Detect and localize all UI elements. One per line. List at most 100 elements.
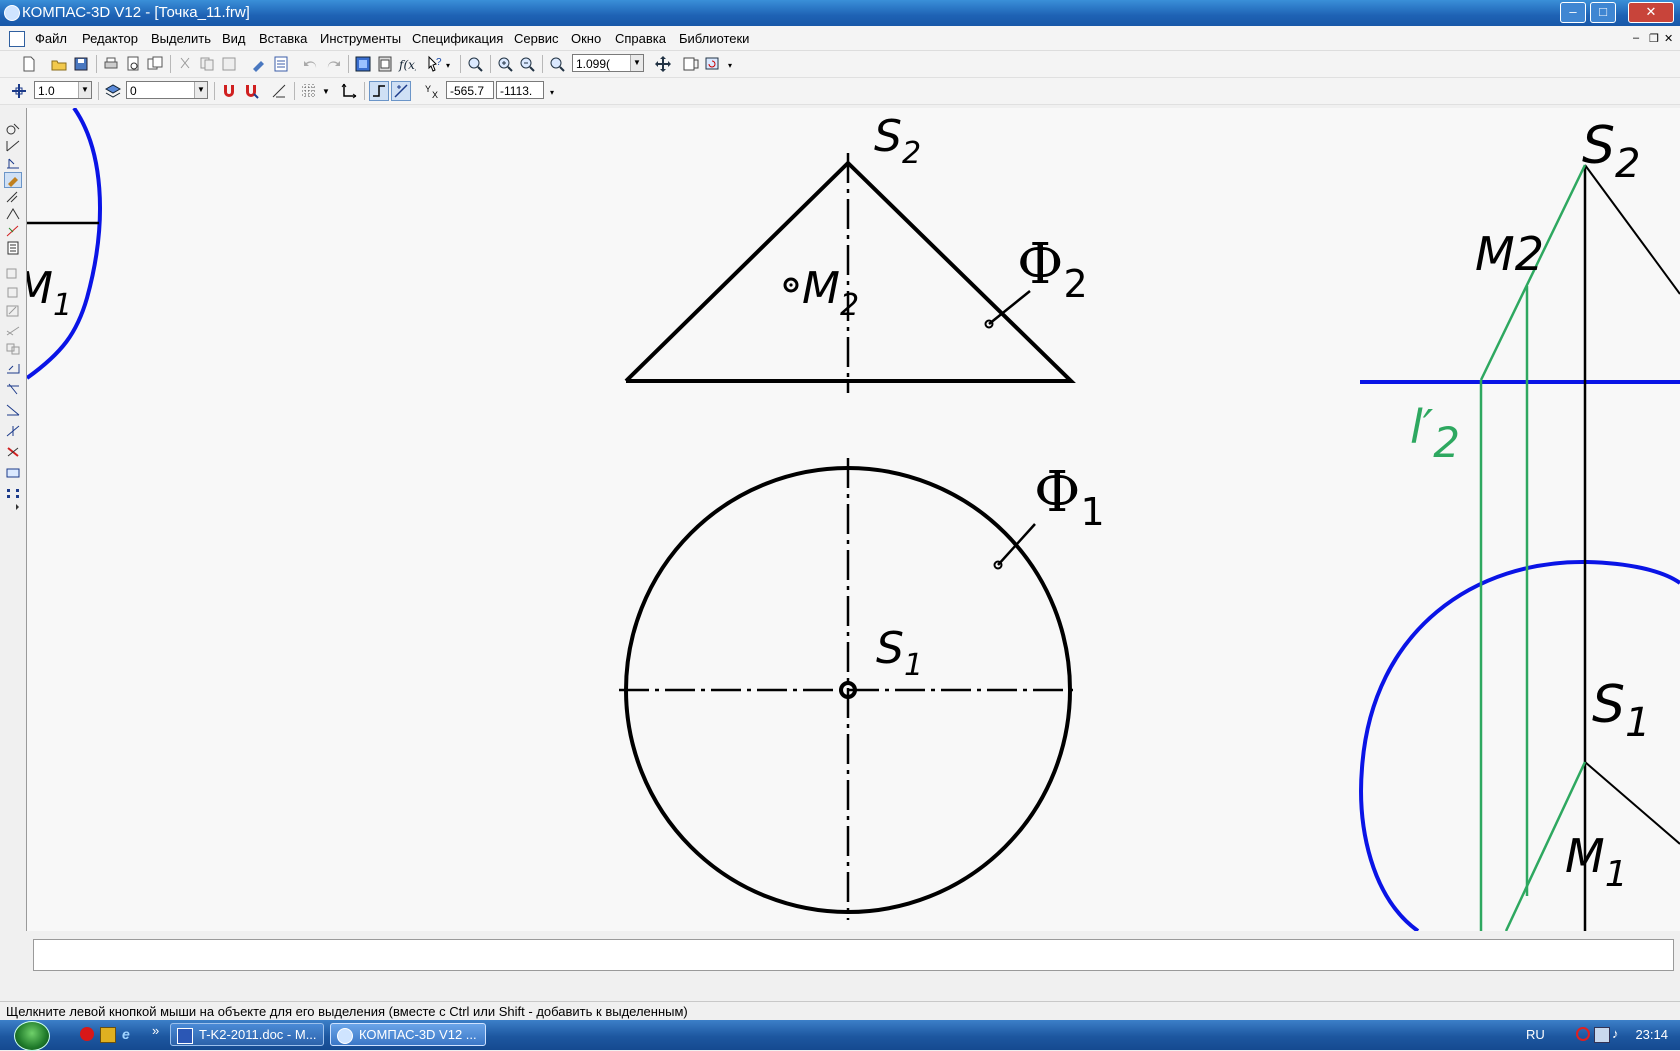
- pan-icon[interactable]: [654, 55, 672, 73]
- spec-icon[interactable]: [5, 241, 21, 255]
- print-preview-icon[interactable]: [124, 55, 142, 73]
- taskbar-word-button[interactable]: T-K2-2011.doc - M...: [170, 1023, 324, 1046]
- tray-volume-icon[interactable]: ♪: [1612, 1027, 1626, 1041]
- tray-opera-icon[interactable]: [1576, 1027, 1590, 1041]
- chevron-down-icon[interactable]: ▼: [194, 82, 207, 98]
- parametric-mode-icon[interactable]: [391, 81, 411, 101]
- scale-icon[interactable]: [5, 304, 21, 318]
- local-cs-icon[interactable]: [340, 82, 358, 100]
- menu-window[interactable]: Окно: [571, 31, 601, 46]
- redo-icon[interactable]: [324, 55, 342, 73]
- start-button[interactable]: [14, 1021, 50, 1051]
- copy-objects-icon[interactable]: [5, 342, 21, 356]
- snap-magnet-icon[interactable]: [220, 82, 238, 100]
- left-blue-ellipse-arc[interactable]: [27, 108, 102, 380]
- variables-fx-icon[interactable]: f(x): [398, 55, 416, 73]
- move-icon[interactable]: [5, 266, 21, 280]
- menu-tools[interactable]: Инструменты: [320, 31, 401, 46]
- local-snap-magnet-icon[interactable]: [242, 82, 260, 100]
- doc-minimize-button[interactable]: –: [1633, 32, 1639, 44]
- menu-file[interactable]: Файл: [35, 31, 67, 46]
- new-document-icon[interactable]: [20, 55, 38, 73]
- paste-icon[interactable]: [220, 55, 238, 73]
- doc-close-button[interactable]: ✕: [1664, 32, 1673, 45]
- zoom-scale-icon[interactable]: [548, 55, 566, 73]
- edit-icon[interactable]: [4, 172, 22, 188]
- show-all-icon[interactable]: [682, 55, 700, 73]
- drawing-svg[interactable]: M1 S2 M2 Ф2 S1 Ф1 S2 M2 l′2 S1 M1: [27, 108, 1680, 931]
- symbols-icon[interactable]: [5, 156, 21, 170]
- close-button[interactable]: ✕: [1628, 2, 1674, 23]
- undo-icon[interactable]: [302, 55, 320, 73]
- command-input-field[interactable]: [33, 939, 1674, 971]
- tray-network-icon[interactable]: [1594, 1027, 1610, 1043]
- delete-part-icon[interactable]: [5, 445, 21, 459]
- geometry-icon[interactable]: [5, 122, 21, 136]
- menu-service[interactable]: Сервис: [514, 31, 559, 46]
- deform-icon[interactable]: [5, 361, 21, 375]
- cursor-step-icon[interactable]: [10, 82, 28, 100]
- format-brush-icon[interactable]: [250, 55, 268, 73]
- doc-restore-button[interactable]: ❐: [1649, 32, 1659, 45]
- coordinates-icon[interactable]: YX: [424, 82, 442, 100]
- document-icon[interactable]: [9, 31, 25, 47]
- layer-combobox[interactable]: 0 ▼: [126, 81, 208, 99]
- help-pointer-icon[interactable]: ?: [426, 55, 444, 73]
- manager-icon[interactable]: [354, 55, 372, 73]
- menu-libraries[interactable]: Библиотеки: [679, 31, 749, 46]
- coord-y-field[interactable]: -1113.: [496, 81, 544, 99]
- toolbar-overflow-icon[interactable]: ▾: [446, 61, 450, 70]
- refresh-view-icon[interactable]: [704, 55, 722, 73]
- menu-select[interactable]: Выделить: [151, 31, 211, 46]
- kompas-app-icon[interactable]: [4, 5, 20, 21]
- measure-icon[interactable]: [5, 207, 21, 221]
- taskbar-kompas-button[interactable]: КОМПАС-3D V12 ...: [330, 1023, 486, 1046]
- right-blue-circle-arc[interactable]: [1359, 559, 1680, 931]
- quicklaunch-chevron[interactable]: »: [152, 1023, 159, 1038]
- maximize-button[interactable]: □: [1590, 2, 1616, 23]
- zoom-combobox[interactable]: 1.099( ▼: [572, 54, 644, 72]
- chevron-down-icon[interactable]: ▼: [630, 55, 643, 71]
- drawing-canvas[interactable]: M1 S2 M2 Ф2 S1 Ф1 S2 M2 l′2 S1 M1: [27, 108, 1680, 931]
- ie-icon[interactable]: e: [122, 1027, 136, 1041]
- menu-insert[interactable]: Вставка: [259, 31, 307, 46]
- print-icon[interactable]: [102, 55, 120, 73]
- extend-icon[interactable]: [5, 424, 21, 438]
- dimensions-icon[interactable]: [5, 139, 21, 153]
- menu-view[interactable]: Вид: [222, 31, 246, 46]
- save-icon[interactable]: [72, 55, 90, 73]
- copy-icon[interactable]: [198, 55, 216, 73]
- chevron-down-icon[interactable]: ▼: [78, 82, 91, 98]
- zoom-in-icon[interactable]: [496, 55, 514, 73]
- trim-icon[interactable]: [5, 382, 21, 396]
- menu-help[interactable]: Справка: [615, 31, 666, 46]
- grid-icon[interactable]: [300, 82, 318, 100]
- ortho-mode-icon[interactable]: [369, 81, 389, 101]
- minimize-button[interactable]: –: [1560, 2, 1586, 23]
- zoom-out-icon[interactable]: [518, 55, 536, 73]
- toolbar-overflow-icon[interactable]: ▾: [550, 88, 554, 97]
- zoom-window-icon[interactable]: [466, 55, 484, 73]
- expand-panel-icon[interactable]: [5, 500, 21, 514]
- properties-table-icon[interactable]: [272, 55, 290, 73]
- cut-icon[interactable]: [176, 55, 194, 73]
- parametrization-icon[interactable]: [5, 190, 21, 204]
- archive-icon[interactable]: [100, 1027, 116, 1043]
- chevron-down-icon[interactable]: ▼: [322, 87, 330, 96]
- clock[interactable]: 23:14: [1635, 1027, 1668, 1042]
- menu-specification[interactable]: Спецификация: [412, 31, 503, 46]
- toolbar-overflow-icon[interactable]: ▾: [728, 61, 732, 70]
- copy-properties-icon[interactable]: [146, 55, 164, 73]
- select-icon[interactable]: [5, 224, 21, 238]
- open-folder-icon[interactable]: [50, 55, 68, 73]
- library-manager-icon[interactable]: [376, 55, 394, 73]
- rotate-icon[interactable]: [5, 285, 21, 299]
- opera-icon[interactable]: [80, 1027, 94, 1041]
- layers-icon[interactable]: [104, 82, 122, 100]
- menu-edit[interactable]: Редактор: [82, 31, 138, 46]
- equidistant-icon[interactable]: [5, 466, 21, 480]
- language-indicator[interactable]: RU: [1526, 1027, 1545, 1042]
- coord-x-field[interactable]: -565.7: [446, 81, 494, 99]
- split-icon[interactable]: [5, 403, 21, 417]
- step-combobox[interactable]: 1.0 ▼: [34, 81, 92, 99]
